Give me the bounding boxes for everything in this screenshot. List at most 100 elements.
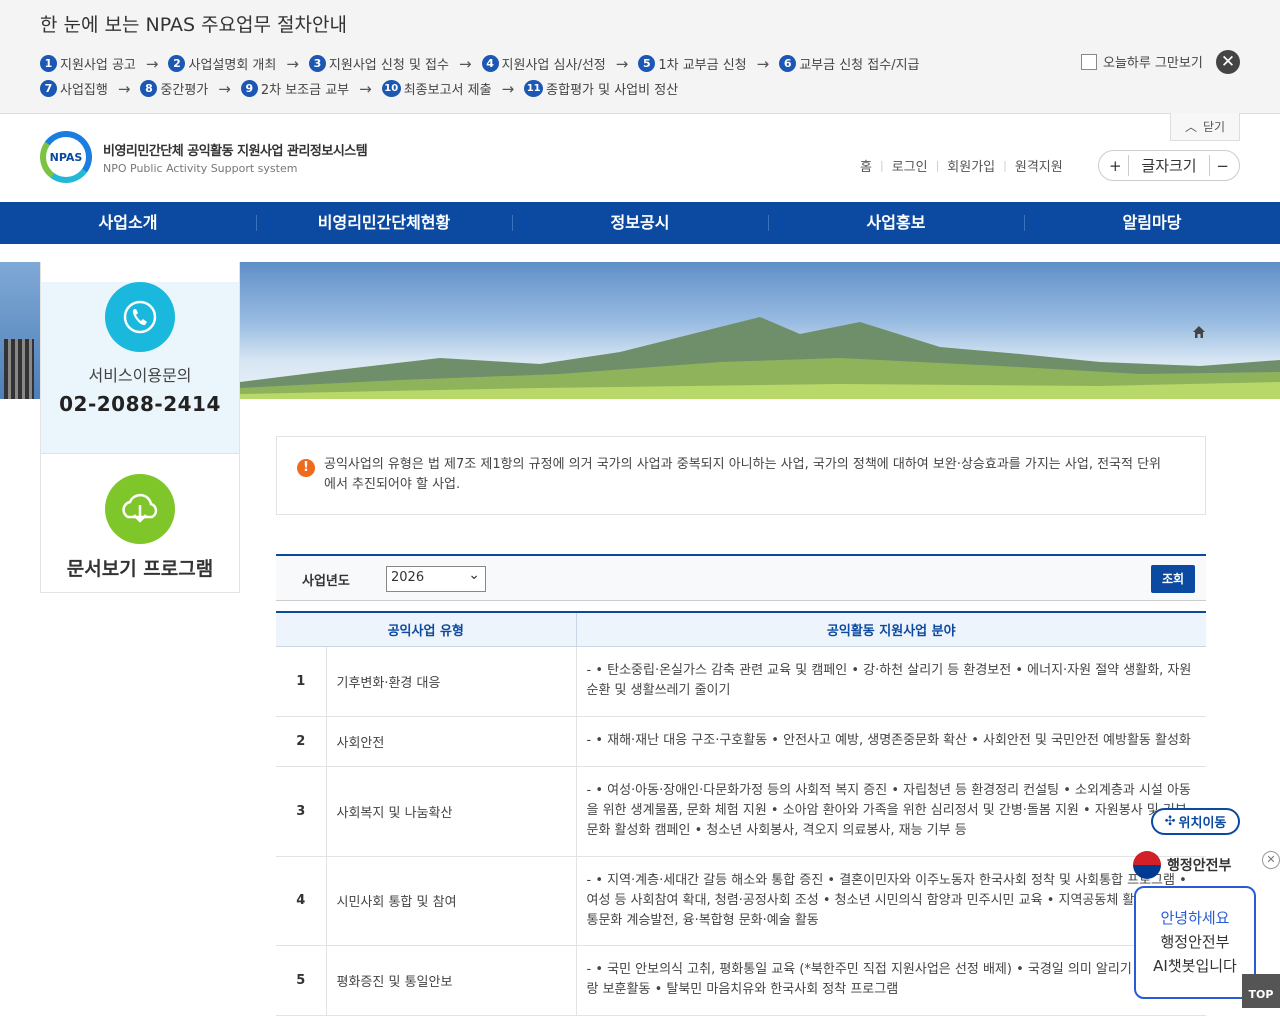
chatbot-greeting: 안녕하세요 xyxy=(1160,909,1230,927)
step-arrow-icon: → xyxy=(756,54,770,73)
procedure-steps: 1 지원사업 공고 → 2 사업설명회 개최 → 3 지원사업 신청 및 접수 → 4 지원사업 심… xyxy=(40,51,1040,101)
site-logo[interactable]: NPAS 비영리민간단체 공익활동 지원사업 관리정보시스템 NPO Publi… xyxy=(40,131,368,183)
chatbot-intro: AI챗봇입니다 xyxy=(1153,957,1237,975)
skip-today-label: 오늘하루 그만보기 xyxy=(1103,56,1203,71)
row-area: - • 여성·아동·장애인·다문화가정 등의 사회적 복지 증진 • 자립청년 … xyxy=(576,766,1206,857)
landscape-banner xyxy=(240,262,1280,399)
font-size-label: 글자크기 xyxy=(1128,155,1210,176)
step-label: 2차 보조금 교부 xyxy=(260,83,350,98)
table-row: 3 사회복지 및 나눔확산 - • 여성·아동·장애인·다문화가정 등의 사회적… xyxy=(276,766,1206,857)
row-type: 사회복지 및 나눔확산 xyxy=(326,766,577,857)
row-number: 2 xyxy=(276,716,327,767)
nav-item-promotion[interactable]: 사업홍보 xyxy=(768,202,1024,244)
util-link-remote-support[interactable]: 원격지원 xyxy=(1015,156,1063,175)
procedure-step: 1 지원사업 공고 xyxy=(40,54,136,73)
util-link-signup[interactable]: 회원가입 xyxy=(947,156,995,175)
step-label: 종합평가 및 사업비 정산 xyxy=(546,83,679,98)
row-number: 5 xyxy=(276,945,327,1016)
step-number: 3 xyxy=(308,55,326,72)
close-tab-button[interactable]: ︿ 닫기 xyxy=(1170,113,1240,141)
font-decrease-button[interactable]: − xyxy=(1216,157,1229,175)
chatbot-close-button[interactable]: ✕ xyxy=(1262,851,1280,869)
util-link-home[interactable]: 홈 xyxy=(860,156,872,175)
procedure-step: 2 사업설명회 개최 xyxy=(168,54,276,73)
font-size-control: + 글자크기 − xyxy=(1098,150,1240,181)
guide-title: 한 눈에 보는 NPAS 주요업무 절차안내 xyxy=(40,14,347,36)
ministry-logo: 행정안전부 xyxy=(1133,851,1231,879)
main-nav: 사업소개 비영리민간단체현황 정보공시 사업홍보 알림마당 xyxy=(0,202,1280,244)
step-label: 사업집행 xyxy=(60,83,108,98)
cloud-download-icon xyxy=(105,474,175,544)
col-header-type: 공익사업 유형 xyxy=(276,611,576,647)
step-arrow-icon: → xyxy=(458,54,472,73)
table-row: 5 평화증진 및 통일안보 - • 국민 안보의식 고취, 평화통일 교육 (*… xyxy=(276,945,1206,1016)
logo-badge: NPAS xyxy=(46,137,86,177)
logo-title-en: NPO Public Activity Support system xyxy=(103,161,298,175)
side-panel: 서비스이용문의 02-2088-2414 문서보기 프로그램 xyxy=(40,262,240,593)
logo-text: 비영리민간단체 공익활동 지원사업 관리정보시스템 NPO Public Act… xyxy=(103,140,368,175)
col-header-area: 공익활동 지원사업 분야 xyxy=(575,611,1206,647)
skip-today-checkbox[interactable]: 오늘하루 그만보기 xyxy=(1081,52,1203,71)
table-header-row: 공익사업 유형 공익활동 지원사업 분야 xyxy=(276,611,1206,647)
steps-row-1: 1 지원사업 공고 → 2 사업설명회 개최 → 3 지원사업 신청 및 접수 → 4 지원사업 심… xyxy=(40,51,1040,76)
close-guide-button[interactable]: ✕ xyxy=(1216,50,1240,74)
move-icon: ✣ xyxy=(1164,814,1176,829)
step-arrow-icon: → xyxy=(117,79,131,98)
step-number: 2 xyxy=(168,55,186,72)
home-icon[interactable] xyxy=(1192,325,1206,339)
row-area: - • 탄소중립·온실가스 감축 관련 교육 및 캠페인 • 강·하천 살리기 … xyxy=(576,646,1206,717)
service-inquiry-label: 서비스이용문의 xyxy=(88,366,192,385)
nav-item-business-intro[interactable]: 사업소개 xyxy=(0,202,256,244)
taegeuk-icon xyxy=(1133,851,1161,879)
search-bar: 사업년도 2026 조회 xyxy=(276,554,1206,601)
procedure-step: 3 지원사업 신청 및 접수 xyxy=(308,54,449,73)
font-increase-button[interactable]: + xyxy=(1109,157,1122,175)
row-area: - • 재해·재난 대응 구조·구호활동 • 안전사고 예방, 생명존중문화 확… xyxy=(576,716,1206,767)
step-number: 5 xyxy=(638,55,656,72)
year-label: 사업년도 xyxy=(302,574,350,589)
step-label: 지원사업 신청 및 접수 xyxy=(328,58,449,73)
step-number: 8 xyxy=(140,80,158,97)
row-type: 평화증진 및 통일안보 xyxy=(326,945,577,1016)
doc-viewer-label: 문서보기 프로그램 xyxy=(66,558,214,580)
logo-title-kr: 비영리민간단체 공익활동 지원사업 관리정보시스템 xyxy=(103,143,368,159)
steps-row-2: 7 사업집행 → 8 중간평가 → 9 2차 보조금 교부 → 10 최종보고서 제출 → 11 종합평가… xyxy=(40,76,1040,101)
step-number: 4 xyxy=(481,55,499,72)
year-select[interactable]: 2026 xyxy=(386,566,486,592)
close-icon: ✕ xyxy=(1220,52,1236,72)
step-arrow-icon: → xyxy=(615,54,629,73)
table-row: 4 시민사회 통합 및 참여 - • 지역·계층·세대간 갈등 해소와 통합 증… xyxy=(276,856,1206,946)
table-row: 2 사회안전 - • 재해·재난 대응 구조·구호활동 • 안전사고 예방, 생… xyxy=(276,716,1206,767)
phone-icon xyxy=(105,282,175,352)
top-button[interactable]: TOP xyxy=(1242,974,1280,1008)
query-button[interactable]: 조회 xyxy=(1151,565,1195,593)
step-number: 1 xyxy=(40,55,57,72)
row-type: 사회안전 xyxy=(326,716,577,767)
notice-box: ! 공익사업의 유형은 법 제7조 제1항의 규정에 의거 국가의 사업과 중복… xyxy=(276,436,1206,515)
util-link-login[interactable]: 로그인 xyxy=(892,156,928,175)
step-arrow-icon: → xyxy=(286,54,299,73)
chatbot-bubble[interactable]: 안녕하세요 행정안전부 AI챗봇입니다 xyxy=(1134,886,1256,999)
locate-button[interactable]: ✣ 위치이동 xyxy=(1151,808,1240,835)
logo-mark: NPAS xyxy=(40,131,92,183)
nav-item-notice-board[interactable]: 알림마당 xyxy=(1024,202,1280,244)
ministry-label: 행정안전부 xyxy=(1167,858,1232,874)
doc-viewer-link[interactable]: 문서보기 프로그램 xyxy=(41,474,239,581)
side-city-image xyxy=(0,262,40,399)
procedure-step: 6 교부금 신청 접수/지급 xyxy=(779,54,920,73)
nav-item-disclosure[interactable]: 정보공시 xyxy=(512,202,768,244)
procedure-step: 10 최종보고서 제출 xyxy=(381,79,492,98)
step-arrow-icon: → xyxy=(501,79,515,98)
procedure-step: 5 1차 교부금 신청 xyxy=(638,54,747,73)
step-label: 교부금 신청 접수/지급 xyxy=(799,58,920,73)
checkbox-box[interactable] xyxy=(1081,53,1097,70)
row-type: 기후변화·환경 대응 xyxy=(326,646,577,717)
locate-label: 위치이동 xyxy=(1178,816,1227,831)
nav-item-npo-status[interactable]: 비영리민간단체현황 xyxy=(256,202,512,244)
chatbot-ministry: 행정안전부 xyxy=(1160,933,1230,951)
step-number: 9 xyxy=(240,80,258,97)
procedure-step: 7 사업집행 xyxy=(40,79,108,98)
step-number: 7 xyxy=(40,80,57,97)
row-number: 4 xyxy=(276,856,327,946)
step-label: 사업설명회 개최 xyxy=(188,58,277,73)
